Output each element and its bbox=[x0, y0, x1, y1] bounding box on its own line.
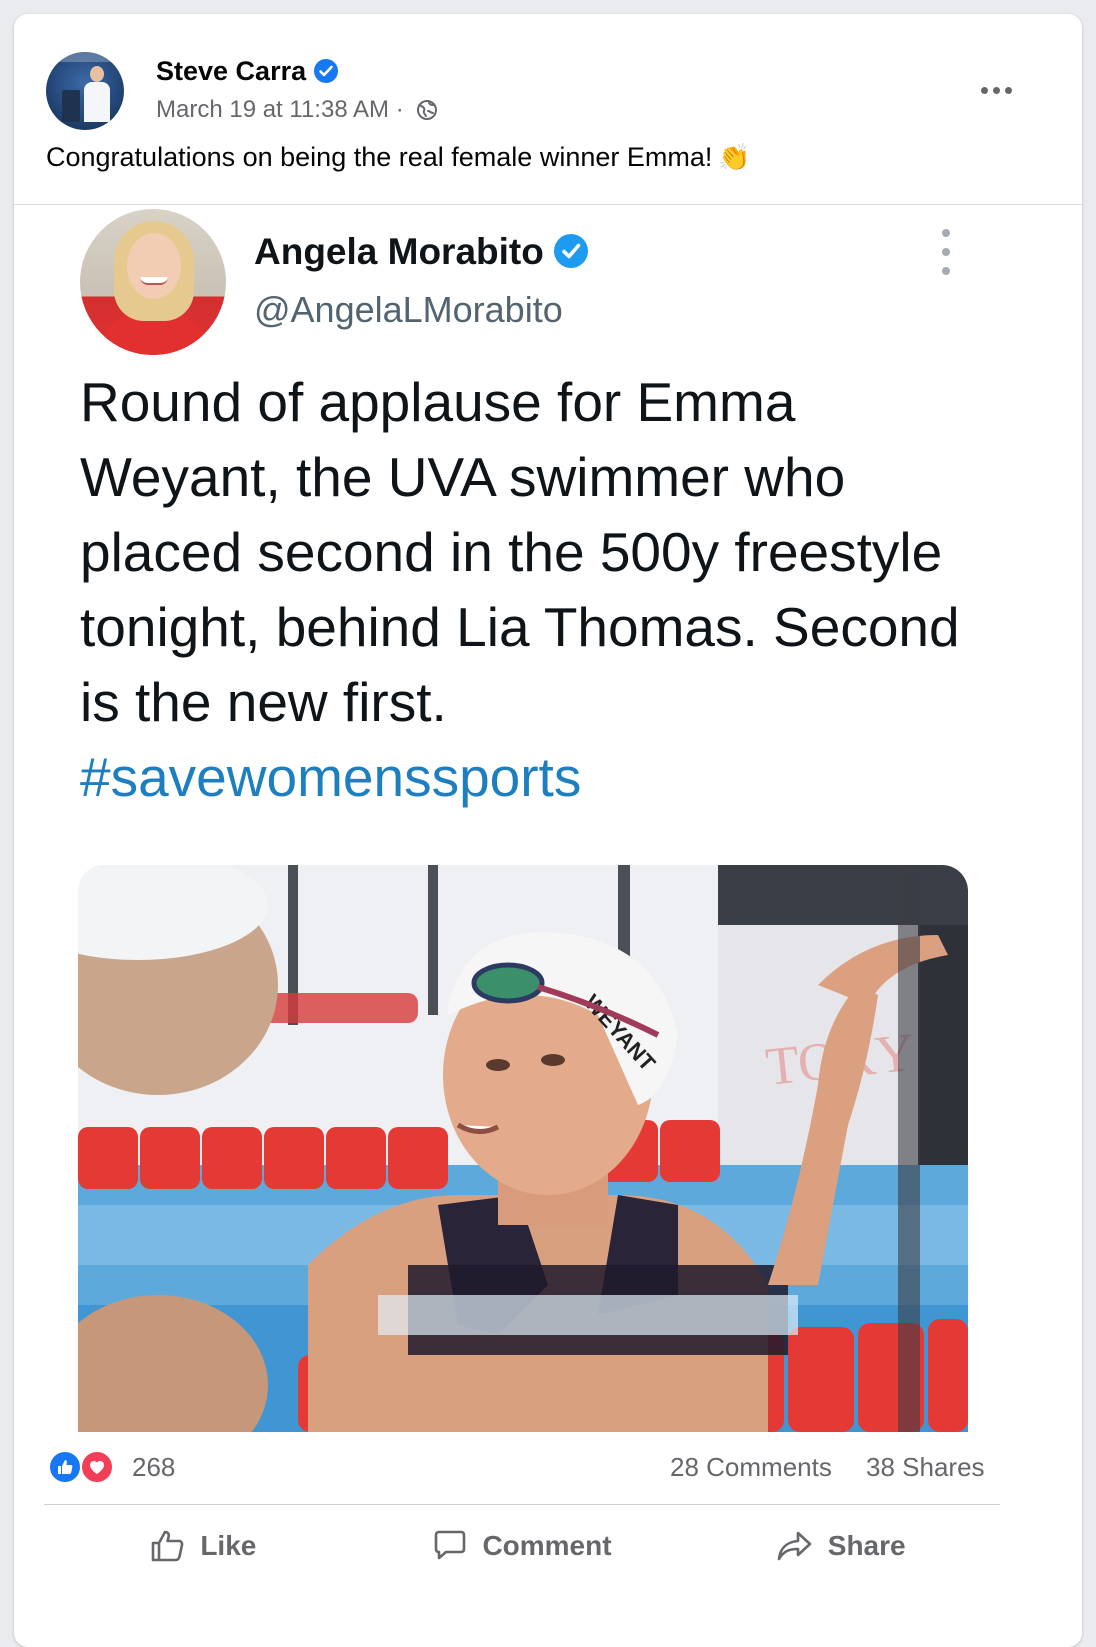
facebook-post-card: Steve Carra March 19 at 11:38 AM · Congr… bbox=[14, 14, 1082, 1647]
share-label: Share bbox=[827, 1530, 906, 1561]
reaction-count[interactable]: 268 bbox=[132, 1452, 175, 1483]
reactions-bar: 268 28 Comments 38 Shares bbox=[14, 1432, 1082, 1512]
tweet-author-avatar bbox=[80, 209, 226, 355]
love-reaction-icon[interactable] bbox=[80, 1450, 114, 1484]
comments-count[interactable]: 28 Comments bbox=[670, 1452, 832, 1483]
post-message: Congratulations on being the real female… bbox=[46, 142, 713, 172]
author-avatar[interactable] bbox=[46, 52, 124, 130]
clapping-hands-icon: 👏 bbox=[718, 143, 751, 173]
like-button[interactable]: Like bbox=[44, 1506, 363, 1586]
tweet-author-handle: @AngelaLMorabito bbox=[254, 289, 563, 330]
dot-icon bbox=[980, 86, 988, 94]
author-name-line: Steve Carra bbox=[156, 56, 339, 87]
tweet-verified-badge-icon bbox=[553, 234, 588, 268]
tweet-author-name: Angela Morabito bbox=[254, 231, 544, 272]
globe-icon[interactable] bbox=[416, 99, 438, 128]
like-label: Like bbox=[200, 1530, 257, 1561]
tweet-author-name-line: Angela Morabito bbox=[254, 231, 588, 273]
swimmer-photo: TOKY bbox=[78, 865, 968, 1432]
share-arrow-icon bbox=[777, 1531, 812, 1561]
dot-icon bbox=[1004, 86, 1012, 94]
share-button[interactable]: Share bbox=[681, 1506, 1000, 1586]
post-meta: March 19 at 11:38 AM · bbox=[156, 96, 438, 128]
post-actions: Like Comment Share bbox=[44, 1506, 1000, 1586]
author-name[interactable]: Steve Carra bbox=[156, 56, 306, 86]
comment-button[interactable]: Comment bbox=[363, 1506, 682, 1586]
post-timestamp[interactable]: March 19 at 11:38 AM bbox=[156, 96, 389, 123]
thumbs-up-icon bbox=[152, 1530, 184, 1562]
meta-separator: · bbox=[395, 96, 404, 123]
divider bbox=[44, 1504, 1000, 1505]
tweet-text: Round of applause for Emma Weyant, the U… bbox=[80, 371, 960, 733]
dot-icon bbox=[992, 86, 1000, 94]
comment-bubble-icon bbox=[435, 1530, 466, 1560]
verified-badge-icon bbox=[314, 59, 339, 83]
embedded-tweet-image[interactable]: Angela Morabito @AngelaLMorabito Round o… bbox=[14, 205, 1082, 1432]
like-reaction-icon[interactable] bbox=[48, 1450, 82, 1484]
post-header: Steve Carra March 19 at 11:38 AM · bbox=[46, 42, 1056, 130]
tweet-body: Round of applause for Emma Weyant, the U… bbox=[80, 365, 1000, 815]
post-text: Congratulations on being the real female… bbox=[46, 142, 1046, 173]
comment-label: Comment bbox=[482, 1530, 612, 1561]
tweet-hashtag: #savewomenssports bbox=[80, 746, 582, 808]
tweet-more-icon bbox=[936, 229, 956, 275]
post-options-button[interactable] bbox=[966, 70, 1026, 110]
shares-count[interactable]: 38 Shares bbox=[866, 1452, 985, 1483]
